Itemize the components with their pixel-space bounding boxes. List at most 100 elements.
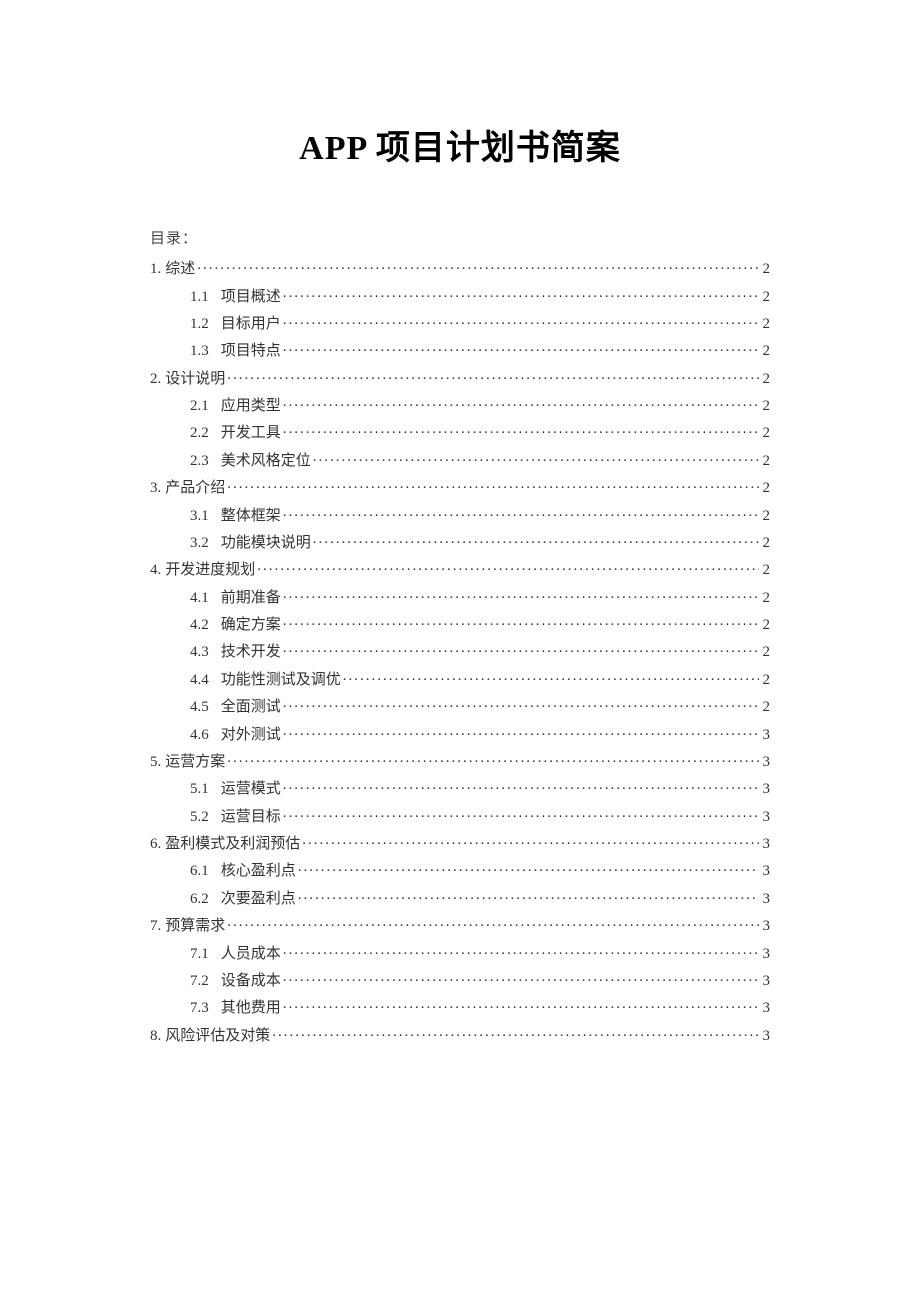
- toc-entry-number: 4.1: [190, 591, 209, 606]
- toc-entry[interactable]: 8.风险评估及对策3: [150, 1021, 770, 1048]
- table-of-contents: 1.综述21.1项目概述21.2目标用户2 1.3 项目特点 2 2. 设计说明 2 2.1 应…: [150, 254, 770, 1048]
- toc-entry-number: 2.3: [190, 454, 209, 469]
- toc-entry[interactable]: 7.3其他费用3: [150, 993, 770, 1020]
- toc-entry-number: 5.1: [190, 782, 209, 797]
- toc-entry[interactable]: 6.盈利模式及利润预估3: [150, 829, 770, 856]
- toc-entry-number: 2.2: [190, 426, 209, 441]
- toc-entry-page: 3: [761, 810, 771, 825]
- toc-entry-number: 2.: [150, 372, 161, 387]
- toc-entry[interactable]: 1.综述2: [150, 254, 770, 281]
- toc-leader-dots: [313, 532, 759, 547]
- toc-entry[interactable]: 4.6对外测试3: [150, 719, 770, 746]
- toc-leader-dots: [257, 559, 758, 574]
- toc-entry-number: 8.: [150, 1029, 161, 1044]
- toc-entry-title: 项目特点: [221, 344, 281, 359]
- toc-leader-dots: [283, 313, 759, 328]
- toc-entry-number: 4.: [150, 563, 161, 578]
- toc-entry[interactable]: 5.1运营模式3: [150, 774, 770, 801]
- toc-entry-title: 前期准备: [221, 591, 281, 606]
- toc-entry-number: 3.: [150, 481, 161, 496]
- toc-entry-title: 全面测试: [221, 700, 281, 715]
- toc-entry-page: 3: [761, 892, 771, 907]
- toc-leader-dots: [283, 505, 759, 520]
- toc-entry[interactable]: 4.3技术开发2: [150, 637, 770, 664]
- toc-entry-page: 2: [761, 372, 771, 387]
- toc-entry-page: 3: [761, 755, 771, 770]
- toc-entry[interactable]: 7.预算需求3: [150, 911, 770, 938]
- toc-entry-number: 2.1: [190, 399, 209, 414]
- toc-leader-dots: [283, 943, 759, 958]
- toc-entry[interactable]: 7.2设备成本3: [150, 966, 770, 993]
- toc-entry-number: 7.2: [190, 974, 209, 989]
- toc-entry-page: 2: [761, 563, 771, 578]
- toc-entry[interactable]: 5. 运营方案 3: [150, 747, 770, 774]
- toc-entry-title: 技术开发: [221, 645, 281, 660]
- toc-entry[interactable]: 2.2开发工具2: [150, 418, 770, 445]
- toc-entry-number: 5.2: [190, 810, 209, 825]
- toc-entry-page: 3: [761, 782, 771, 797]
- toc-entry[interactable]: 7.1人员成本3: [150, 938, 770, 965]
- toc-entry[interactable]: 5.2运营目标3: [150, 802, 770, 829]
- toc-leader-dots: [283, 641, 759, 656]
- toc-entry-page: 3: [761, 919, 771, 934]
- toc-entry-number: 6.: [150, 837, 161, 852]
- toc-entry[interactable]: 6.2次要盈利点3: [150, 884, 770, 911]
- toc-entry-page: 2: [761, 700, 771, 715]
- toc-entry-title: 盈利模式及利润预估: [165, 837, 300, 852]
- toc-entry-page: 2: [761, 673, 771, 688]
- toc-entry-title: 对外测试: [221, 728, 281, 743]
- toc-leader-dots: [302, 833, 758, 848]
- toc-leader-dots: [283, 724, 759, 739]
- toc-entry-number: 4.4: [190, 673, 209, 688]
- toc-entry-page: 3: [761, 864, 771, 879]
- toc-entry[interactable]: 2.3美术风格定位2: [150, 446, 770, 473]
- toc-entry-number: 7.1: [190, 947, 209, 962]
- toc-leader-dots: [283, 997, 759, 1012]
- toc-entry[interactable]: 3.产品介绍2: [150, 473, 770, 500]
- toc-leader-dots: [298, 888, 759, 903]
- toc-entry[interactable]: 4.4功能性测试及调优2: [150, 665, 770, 692]
- toc-leader-dots: [313, 450, 759, 465]
- toc-leader-dots: [227, 368, 758, 383]
- toc-entry[interactable]: 1.1项目概述2: [150, 281, 770, 308]
- toc-entry-page: 3: [761, 947, 771, 962]
- toc-entry-page: 2: [761, 262, 771, 277]
- toc-entry-number: 4.3: [190, 645, 209, 660]
- toc-entry-title: 开发进度规划: [165, 563, 255, 578]
- toc-entry-title: 其他费用: [221, 1001, 281, 1016]
- toc-leader-dots: [227, 915, 758, 930]
- toc-entry-number: 7.3: [190, 1001, 209, 1016]
- toc-entry-number: 3.1: [190, 509, 209, 524]
- toc-entry-title: 应用类型: [221, 399, 281, 414]
- toc-entry[interactable]: 4.2确定方案2: [150, 610, 770, 637]
- toc-entry-number: 1.3: [190, 344, 209, 359]
- toc-entry[interactable]: 1.3项目特点2: [150, 336, 770, 363]
- toc-entry-number: 5.: [150, 755, 161, 770]
- toc-entry[interactable]: 4.1前期准备2: [150, 583, 770, 610]
- toc-entry-page: 2: [761, 536, 771, 551]
- toc-entry-title: 运营方案: [165, 755, 225, 770]
- toc-leader-dots: [227, 751, 758, 766]
- toc-entry[interactable]: 3.1整体框架2: [150, 500, 770, 527]
- toc-entry-number: 1.1: [190, 290, 209, 305]
- toc-entry[interactable]: 1.2目标用户2: [150, 309, 770, 336]
- toc-leader-dots: [283, 587, 759, 602]
- toc-label: 目录：: [150, 227, 770, 248]
- toc-leader-dots: [283, 395, 759, 410]
- toc-entry-number: 4.2: [190, 618, 209, 633]
- toc-entry-title: 风险评估及对策: [165, 1029, 270, 1044]
- toc-leader-dots: [272, 1025, 758, 1040]
- toc-entry-title: 功能模块说明: [221, 536, 311, 551]
- toc-entry-page: 2: [761, 509, 771, 524]
- toc-entry-title: 设计说明: [165, 372, 225, 387]
- toc-entry[interactable]: 4.5全面测试2: [150, 692, 770, 719]
- toc-entry[interactable]: 2.1应用类型2: [150, 391, 770, 418]
- toc-entry[interactable]: 3.2功能模块说明2: [150, 528, 770, 555]
- toc-entry[interactable]: 4. 开发进度规划 2: [150, 555, 770, 582]
- toc-leader-dots: [283, 806, 759, 821]
- toc-leader-dots: [298, 860, 759, 875]
- toc-entry-page: 2: [761, 481, 771, 496]
- toc-entry[interactable]: 6.1核心盈利点3: [150, 856, 770, 883]
- toc-entry[interactable]: 2. 设计说明 2: [150, 364, 770, 391]
- toc-leader-dots: [283, 778, 759, 793]
